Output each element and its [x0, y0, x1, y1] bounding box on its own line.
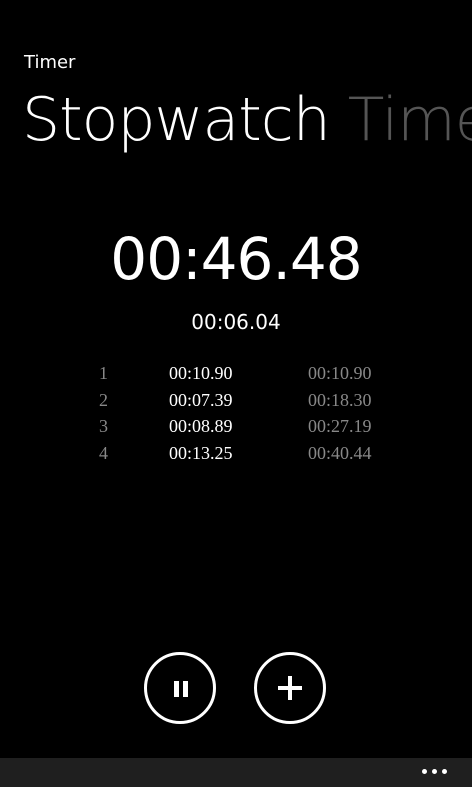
pause-icon-bar — [183, 681, 188, 697]
lap-number: 4 — [99, 442, 108, 463]
ellipsis-icon-dot — [432, 769, 437, 774]
lap-row: 3 00:08.89 00:27.19 — [0, 413, 472, 440]
lap-button[interactable] — [254, 652, 326, 724]
lap-total-time: 00:40.44 — [308, 442, 372, 463]
plus-icon-vertical — [288, 676, 292, 700]
elapsed-time: 00:46.48 — [110, 225, 362, 293]
ellipsis-icon-dot — [442, 769, 447, 774]
pause-button[interactable] — [144, 652, 216, 724]
plus-icon — [257, 655, 323, 721]
lap-total-time: 00:18.30 — [308, 389, 372, 410]
pivot-headers: StopwatchTimer — [22, 82, 472, 162]
lap-split-time: 00:13.25 — [169, 442, 233, 463]
pause-icon — [147, 655, 213, 721]
lap-row: 4 00:13.25 00:40.44 — [0, 440, 472, 467]
lap-number: 3 — [99, 416, 108, 436]
lap-row: 2 00:07.39 00:18.30 — [0, 387, 472, 414]
lap-split-time: 00:07.39 — [169, 389, 233, 410]
lap-total-time: 00:10.90 — [308, 363, 372, 383]
lap-row: 1 00:10.90 00:10.90 — [0, 360, 472, 387]
lap-split-time: 00:10.90 — [169, 363, 233, 383]
app-title: Timer — [24, 52, 76, 73]
more-button[interactable] — [420, 766, 450, 776]
lap-number: 2 — [99, 389, 108, 410]
pivot-header-timer[interactable]: Timer — [348, 82, 472, 158]
lap-number: 1 — [99, 363, 108, 383]
lap-total-time: 00:27.19 — [308, 416, 372, 436]
lap-split-time: 00:08.89 — [169, 416, 233, 436]
lap-list: 1 00:10.90 00:10.90 2 00:07.39 00:18.30 … — [0, 360, 472, 466]
pivot-header-stopwatch[interactable]: Stopwatch — [22, 82, 331, 158]
ellipsis-icon-dot — [422, 769, 427, 774]
current-lap-time: 00:06.04 — [191, 310, 281, 334]
pause-icon-bar — [174, 681, 179, 697]
app-bar — [0, 758, 472, 787]
